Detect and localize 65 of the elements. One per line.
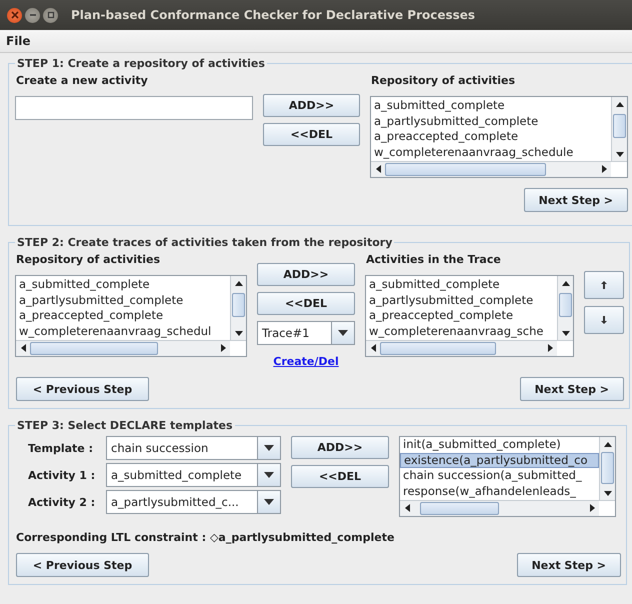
horizontal-scrollbar[interactable] (16, 341, 230, 356)
list-label: Activities in the Trace (366, 253, 502, 266)
horizontal-scrollbar[interactable] (400, 501, 599, 516)
field-label: Template : (28, 442, 94, 454)
list-item[interactable]: a_preaccepted_complete (19, 308, 226, 324)
vertical-scrollbar[interactable] (611, 97, 627, 161)
create-delete-link[interactable]: Create/Del (273, 355, 339, 368)
list-item[interactable]: w_completerenaanvraag_schedule (374, 144, 574, 160)
list-label: Repository of activities (371, 74, 516, 87)
minimize-icon[interactable] (25, 8, 40, 22)
menu-item[interactable]: File (6, 34, 31, 48)
list-item[interactable]: w_completerenaanvraag_sche (369, 324, 553, 339)
next-step-button[interactable]: Next Step > (524, 188, 628, 212)
step-title: STEP 3: Select DECLARE templates (16, 419, 234, 432)
add-button[interactable]: ADD>> (257, 263, 355, 286)
caret-icon (257, 464, 280, 486)
horizontal-scrollbar[interactable] (366, 341, 557, 356)
vertical-scrollbar[interactable] (230, 276, 246, 340)
vertical-scrollbar[interactable] (599, 437, 615, 500)
arrow-down-icon (601, 316, 607, 324)
caret-icon (257, 437, 280, 459)
maximize-icon[interactable] (43, 8, 58, 22)
move-down-button[interactable] (584, 306, 624, 334)
close-icon[interactable] (7, 8, 22, 22)
list-item[interactable]: w_completerenaanvraag_schedul (19, 324, 226, 339)
trace-dropdown[interactable]: Trace#1 (257, 321, 355, 345)
field-label: Create a new activity (16, 74, 149, 87)
arrow-up-icon (601, 281, 607, 289)
field-label: Activity 2 : (28, 496, 96, 508)
ltl-constraint-text: Corresponding LTL constraint : ◇a_partlysubmitted_complete (16, 531, 396, 544)
delete-button[interactable]: <<DEL (257, 292, 355, 315)
input-field[interactable] (15, 96, 253, 120)
list-item[interactable]: a_submitted_complete (19, 277, 226, 292)
add-button[interactable]: ADD>> (263, 94, 360, 117)
move-up-button[interactable] (584, 271, 624, 299)
add-button[interactable]: ADD>> (291, 436, 389, 459)
delete-button[interactable]: <<DEL (291, 465, 389, 488)
dropdown[interactable]: a_partlysubmitted_c... (106, 490, 281, 514)
list-item[interactable]: a_partlysubmitted_complete (19, 292, 226, 308)
horizontal-scrollbar[interactable] (371, 162, 611, 177)
caret-icon (257, 491, 280, 513)
list-item[interactable]: response(w_afhandelenleads_ (400, 484, 599, 499)
window-title: Plan-based Conformance Checker for Declarative Processes (71, 8, 476, 22)
delete-button[interactable]: <<DEL (263, 123, 360, 146)
caret-icon (331, 322, 354, 344)
dropdown[interactable]: chain succession (106, 436, 281, 460)
list-item[interactable]: a_partlysubmitted_complete (369, 292, 553, 308)
previous-step-button[interactable]: < Previous Step (16, 553, 149, 577)
step-title: STEP 1: Create a repository of activities (16, 57, 266, 70)
step-title: STEP 2: Create traces of activities taken from the repository (16, 236, 394, 249)
list-item[interactable]: a_submitted_complete (369, 277, 553, 292)
next-step-button[interactable]: Next Step > (520, 377, 624, 401)
list-item[interactable]: a_submitted_complete (374, 98, 574, 114)
vertical-scrollbar[interactable] (557, 276, 573, 340)
list-item[interactable]: chain succession(a_submitted_ (400, 468, 599, 484)
list-item[interactable]: existence(a_partlysubmitted_co (400, 452, 599, 468)
previous-step-button[interactable]: < Previous Step (16, 377, 149, 401)
list-item[interactable]: init(a_submitted_complete) (400, 437, 599, 452)
list-item[interactable]: a_partlysubmitted_complete (374, 114, 574, 129)
field-label: Activity 1 : (28, 468, 96, 482)
list-item[interactable]: a_preaccepted_complete (374, 129, 574, 144)
dropdown[interactable]: a_submitted_complete (106, 463, 281, 487)
list-item[interactable]: a_preaccepted_complete (369, 308, 553, 324)
next-step-button[interactable]: Next Step > (516, 553, 621, 577)
list-label: Repository of activities (16, 253, 162, 266)
